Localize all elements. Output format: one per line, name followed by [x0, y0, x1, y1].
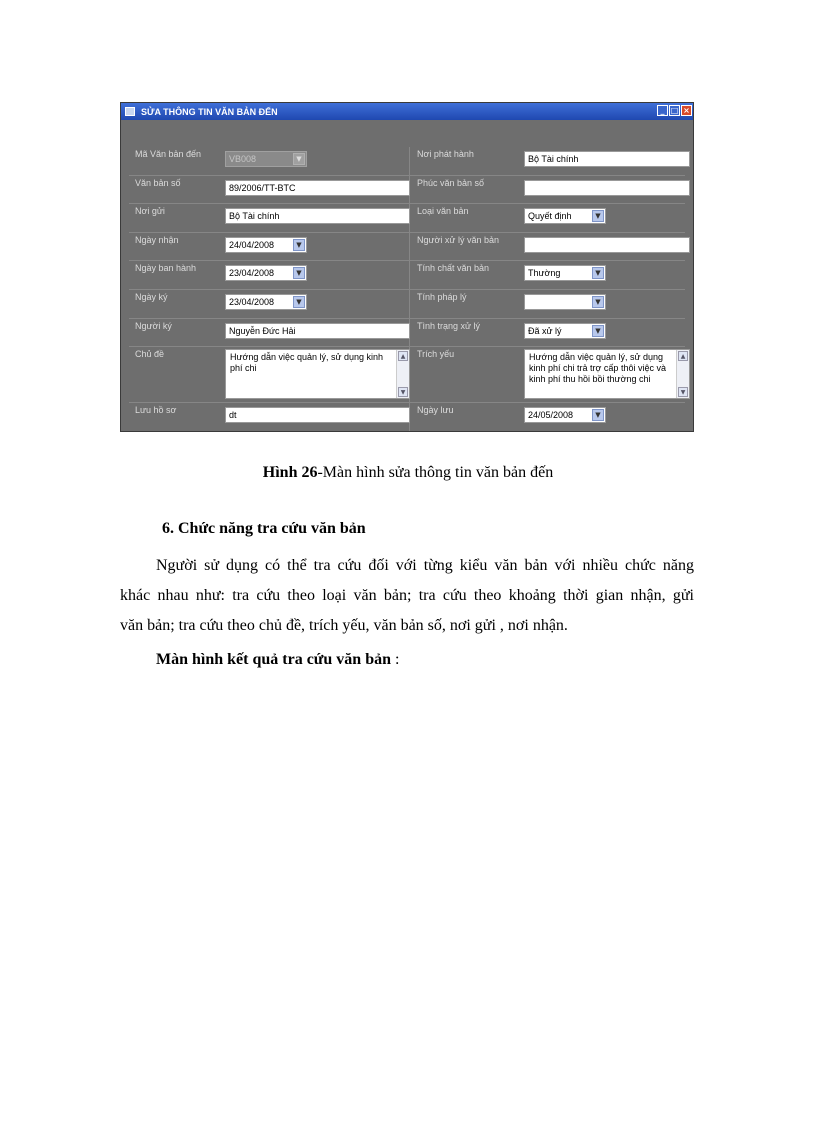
chevron-down-icon[interactable]: ▼: [592, 267, 604, 280]
label-ngay-nhan: Ngày nhận: [135, 234, 179, 245]
scroll-down-icon[interactable]: ▼: [678, 387, 688, 398]
label-loai-van-ban: Loại văn bản: [417, 206, 469, 217]
chevron-down-icon: ▼: [293, 153, 305, 165]
chevron-down-icon[interactable]: ▼: [293, 238, 305, 251]
chu-de-value: Hướng dẫn việc quản lý, sử dụng kinh phí…: [230, 352, 384, 374]
chevron-down-icon[interactable]: ▼: [592, 295, 604, 308]
nguoi-xu-ly-input[interactable]: [524, 236, 690, 253]
ma-van-ban-den-select: VB008 ▼: [225, 151, 307, 167]
noi-gui-input[interactable]: Bộ Tài chính: [225, 208, 410, 225]
label-noi-phat-hanh: Nơi phát hành: [417, 149, 474, 159]
scroll-down-icon[interactable]: ▼: [398, 387, 408, 398]
form-row: Chủ đề Hướng dẫn việc quản lý, sử dụng k…: [129, 347, 690, 404]
label-ngay-luu: Ngày lưu: [417, 405, 454, 416]
result-screen-heading: Màn hình kết quả tra cứu văn bản :: [156, 651, 399, 669]
ngay-ban-hanh-value: 23/04/2008: [229, 268, 275, 279]
scroll-up-icon[interactable]: ▲: [398, 351, 408, 362]
trich-yeu-value: Hướng dẫn việc quản lý, sử dụng kinh phí…: [529, 352, 666, 385]
tinh-trang-xu-ly-value: Đã xử lý: [528, 325, 562, 336]
form-row: Mã Văn bản đến VB008 ▼ Nơi phát hành Bộ …: [129, 147, 690, 176]
tinh-chat-value: Thường: [528, 268, 561, 279]
paragraph-line: văn bản; tra cứu theo chủ đề, trích yếu,…: [120, 617, 568, 634]
label-nguoi-xu-ly: Người xử lý văn bản: [417, 234, 499, 245]
title-bar: SỬA THÔNG TIN VĂN BẢN ĐẾN _ □ ×: [121, 103, 693, 120]
chevron-down-icon[interactable]: ▼: [592, 210, 604, 223]
trich-yeu-textarea[interactable]: Hướng dẫn việc quản lý, sử dụng kinh phí…: [524, 349, 690, 400]
window-title: SỬA THÔNG TIN VĂN BẢN ĐẾN: [141, 106, 278, 117]
figure-caption: Hình 26-Màn hình sửa thông tin văn bản đ…: [0, 464, 816, 482]
label-van-ban-so: Văn bản số: [135, 177, 181, 188]
noi-phat-hanh-input[interactable]: Bộ Tài chính: [524, 151, 690, 167]
loai-van-ban-select[interactable]: Quyết định ▼: [524, 208, 606, 225]
chevron-down-icon[interactable]: ▼: [293, 295, 305, 308]
label-nguoi-ky: Người ký: [135, 320, 172, 331]
chu-de-textarea[interactable]: Hướng dẫn việc quản lý, sử dụng kinh phí…: [225, 349, 410, 400]
ngay-ky-datepicker[interactable]: 23/04/2008 ▼: [225, 293, 307, 310]
caption-label: Hình 26: [262, 464, 318, 481]
minimize-button[interactable]: _: [657, 105, 668, 116]
ngay-ky-value: 23/04/2008: [229, 296, 275, 307]
phuc-van-ban-so-input[interactable]: [524, 179, 690, 196]
form-row: Ngày ký 23/04/2008 ▼ Tính pháp lý ▼: [129, 289, 685, 319]
ngay-nhan-value: 24/04/2008: [229, 239, 275, 250]
tinh-phap-ly-select[interactable]: ▼: [524, 293, 606, 310]
ma-van-ban-den-value: VB008: [229, 154, 257, 164]
body-paragraph: Người sử dụng có thể tra cứu đối với từn…: [120, 551, 694, 641]
window-controls: _ □ ×: [657, 105, 692, 116]
label-tinh-phap-ly: Tính pháp lý: [417, 291, 467, 302]
ngay-luu-value: 24/05/2008: [528, 410, 574, 421]
label-chu-de: Chủ đề: [135, 349, 165, 360]
label-tinh-chat: Tính chất văn bản: [417, 263, 490, 274]
tinh-trang-xu-ly-select[interactable]: Đã xử lý ▼: [524, 322, 606, 339]
chevron-down-icon[interactable]: ▼: [293, 267, 305, 280]
chevron-down-icon[interactable]: ▼: [592, 324, 604, 337]
label-ngay-ban-hanh: Ngày ban hành: [135, 263, 197, 274]
tinh-chat-select[interactable]: Thường ▼: [524, 265, 606, 282]
luu-ho-so-input[interactable]: dt: [225, 407, 410, 424]
maximize-button[interactable]: □: [669, 105, 680, 116]
document-form: Mã Văn bản đến VB008 ▼ Nơi phát hành Bộ …: [129, 147, 690, 431]
section-heading: 6. Chức năng tra cứu văn bản: [162, 520, 366, 537]
nguoi-ky-input[interactable]: Nguyễn Đức Hải: [225, 322, 410, 339]
result-label: Màn hình kết quả tra cứu văn bản: [156, 651, 391, 668]
ngay-luu-datepicker[interactable]: 24/05/2008 ▼: [524, 407, 606, 424]
result-colon: :: [391, 651, 400, 668]
paragraph-line: khác nhau như: tra cứu theo loại văn bản…: [120, 587, 694, 604]
label-trich-yeu: Trích yếu: [417, 349, 455, 360]
label-ngay-ky: Ngày ký: [135, 291, 168, 302]
label-luu-ho-so: Lưu hồ sơ: [135, 405, 177, 416]
label-tinh-trang-xu-ly: Tình trạng xử lý: [417, 320, 481, 331]
loai-van-ban-value: Quyết định: [528, 211, 572, 222]
ngay-ban-hanh-datepicker[interactable]: 23/04/2008 ▼: [225, 265, 307, 282]
form-row: Văn bản số 89/2006/TT-BTC Phúc văn bản s…: [129, 175, 690, 205]
form-row: Ngày nhận 24/04/2008 ▼ Người xử lý văn b…: [129, 232, 690, 262]
scroll-up-icon[interactable]: ▲: [678, 351, 688, 362]
close-button[interactable]: ×: [681, 105, 692, 116]
chevron-down-icon[interactable]: ▼: [592, 409, 604, 422]
app-icon: [125, 107, 135, 116]
edit-incoming-document-window: SỬA THÔNG TIN VĂN BẢN ĐẾN _ □ × Mã Văn b…: [120, 102, 694, 432]
caption-text: -Màn hình sửa thông tin văn bản đến: [317, 464, 554, 481]
scrollbar[interactable]: ▲ ▼: [396, 350, 409, 399]
form-row: Nơi gửi Bộ Tài chính Loại văn bản Quyết …: [129, 204, 685, 233]
paragraph-line: Người sử dụng có thể tra cứu đối với từn…: [156, 557, 694, 574]
van-ban-so-input[interactable]: 89/2006/TT-BTC: [225, 179, 410, 196]
form-row: Người ký Nguyễn Đức Hải Tình trạng xử lý…: [129, 318, 685, 348]
form-row: Lưu hồ sơ dt Ngày lưu 24/05/2008 ▼: [129, 403, 685, 431]
label-ma-van-ban-den: Mã Văn bản đến: [135, 149, 202, 159]
scrollbar[interactable]: ▲ ▼: [676, 350, 689, 399]
ngay-nhan-datepicker[interactable]: 24/04/2008 ▼: [225, 236, 307, 253]
label-phuc-van-ban-so: Phúc văn bản số: [417, 177, 485, 188]
form-row: Ngày ban hành 23/04/2008 ▼ Tính chất văn…: [129, 261, 685, 290]
label-noi-gui: Nơi gửi: [135, 206, 165, 217]
